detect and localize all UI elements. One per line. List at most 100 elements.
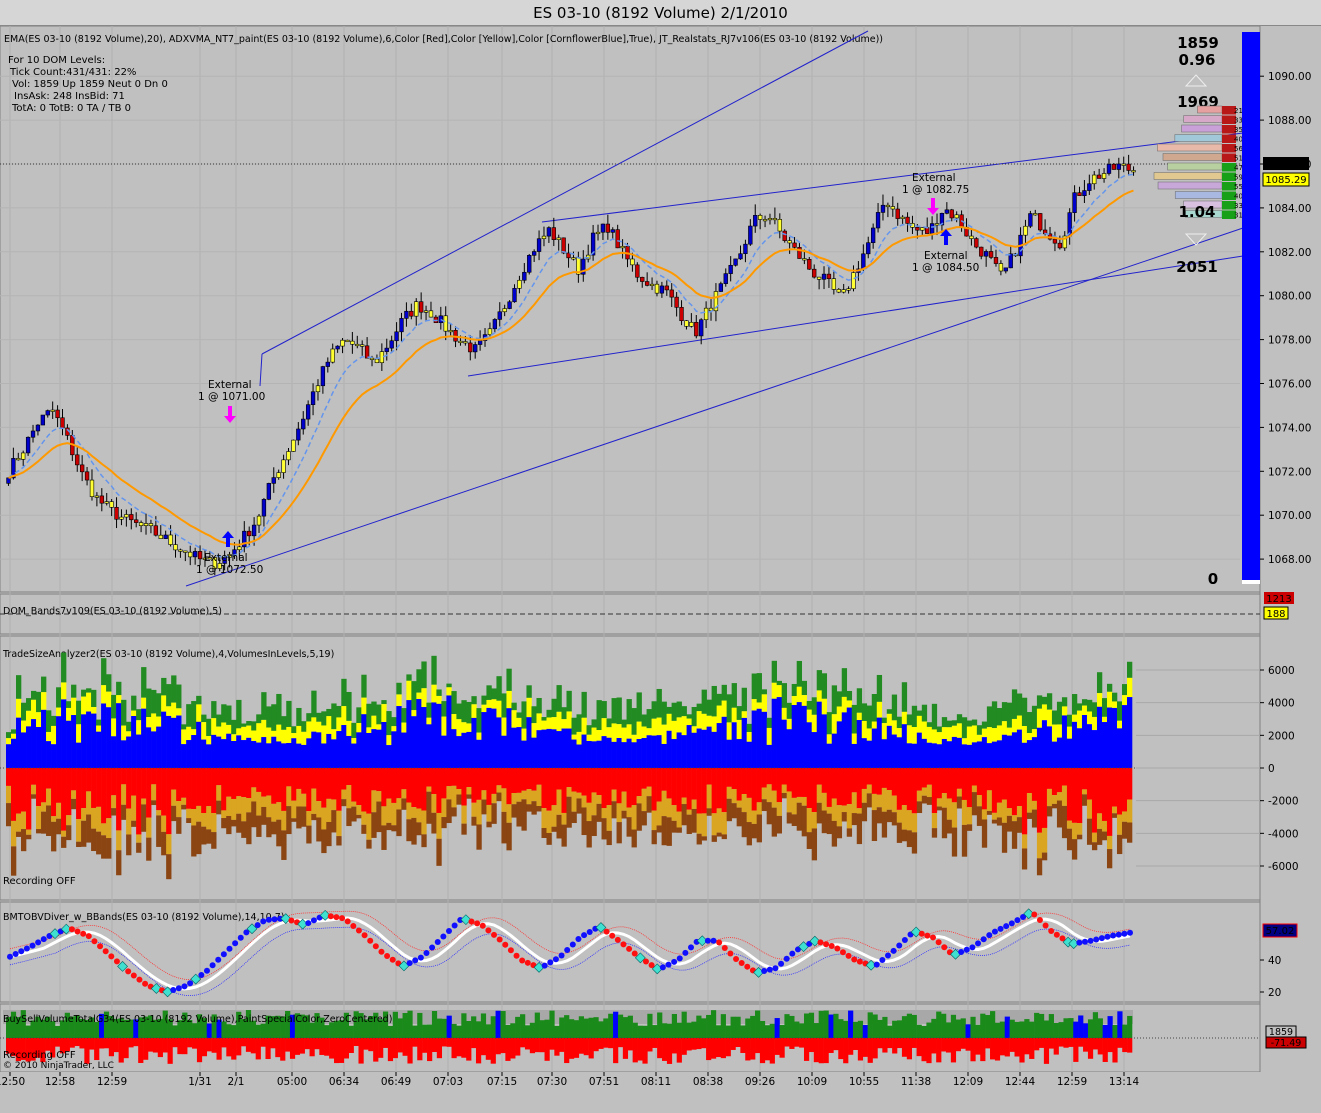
- tsa-bar-yellow: [946, 727, 953, 742]
- tsa-bar-goldenrod: [316, 801, 322, 818]
- dom-panel-label: DOM_Bands7v109(ES 03-10 (8192 Volume),5): [3, 606, 222, 617]
- tsa-bar-red: [566, 768, 572, 788]
- tsa-bar-blue: [91, 713, 97, 768]
- bsv-buy-bar: [906, 1013, 912, 1038]
- price-tick-label: 1090.00: [1268, 71, 1311, 83]
- candle-body: [129, 514, 134, 521]
- tsa-bar-blue: [816, 701, 823, 768]
- tsa-bar-red: [871, 768, 878, 794]
- bsv-buy-bar: [769, 1023, 775, 1038]
- tsa-bar-goldenrod: [1031, 800, 1038, 810]
- candle-body: [183, 550, 188, 553]
- tsa-bar-green: [546, 709, 552, 718]
- tsa-bar-brown: [111, 808, 117, 816]
- tsa-bar-green: [1126, 661, 1133, 678]
- bsv-sell-bar: [622, 1038, 629, 1059]
- tsa-bar-red: [226, 768, 232, 797]
- bsv-buy-bar: [1107, 1016, 1113, 1038]
- price-panel[interactable]: [0, 26, 1261, 593]
- bsv-buy-bar: [54, 1025, 61, 1038]
- candle-body: [16, 458, 21, 461]
- tsa-bar-yellow: [1041, 704, 1048, 721]
- candle-body: [792, 242, 797, 248]
- tsa-bar-blue: [626, 738, 632, 768]
- bsv-sell-bar: [755, 1038, 761, 1054]
- chart-area[interactable]: EMA(ES 03-10 (8192 Volume),20), ADXVMA_N…: [0, 26, 1321, 1113]
- tsa-bar-red: [381, 768, 387, 807]
- tsa-bar-yellow: [401, 722, 407, 733]
- tsa-bar-red: [1056, 768, 1063, 793]
- candle-body: [1057, 242, 1063, 249]
- tsa-bar-green: [516, 712, 522, 718]
- tsa-bar-blue: [446, 695, 452, 768]
- tsa-bar-red: [411, 768, 417, 808]
- tsa-bar-yellow: [556, 711, 562, 732]
- bsv-sell-bar: [647, 1038, 653, 1052]
- tsa-bar-red: [461, 768, 467, 806]
- obv-dot: [29, 942, 36, 949]
- tsa-bar-blue: [951, 736, 958, 768]
- tsa-bar-green: [576, 714, 582, 732]
- tsa-bar-blue: [786, 729, 792, 768]
- bsv-sell-bar: [1102, 1038, 1108, 1062]
- tsa-bar-brown: [856, 813, 863, 845]
- tsa-bar-green: [901, 682, 908, 712]
- tsa-bar-green: [296, 707, 302, 726]
- tsa-bar-blue: [46, 741, 52, 768]
- tsa-bar-blue: [676, 732, 682, 768]
- bsv-buy-bar: [226, 1024, 232, 1038]
- tsa-bar-brown: [931, 828, 938, 838]
- tsa-bar-blue: [1061, 715, 1068, 768]
- tsa-bar-red: [711, 768, 717, 814]
- tsa-bar-red: [866, 768, 873, 785]
- tsa-bar-green: [1001, 702, 1008, 722]
- bsv-buy-bar: [676, 1022, 682, 1038]
- obv-dot: [237, 934, 244, 941]
- tsa-bar-yellow: [176, 708, 182, 716]
- tsa-bar-brown: [246, 812, 252, 845]
- tsa-bar-goldenrod: [706, 784, 712, 809]
- svg-text:External: External: [924, 250, 968, 262]
- tsa-bar-brown: [121, 804, 127, 820]
- volume-ladder-bar: [1167, 162, 1223, 171]
- obv-dot: [823, 941, 830, 948]
- candle-body: [1072, 192, 1077, 213]
- tsa-bar-red: [511, 768, 517, 793]
- tsa-bar-brown: [186, 818, 192, 823]
- tsa-bar-goldenrod: [321, 807, 327, 830]
- tsa-bar-green: [346, 691, 352, 721]
- tsa-bar-green: [886, 709, 893, 714]
- tsa-bar-yellow: [106, 691, 112, 708]
- obv-dot: [524, 959, 531, 966]
- tsa-bar-goldenrod: [796, 796, 803, 803]
- bsv-sell-bar: [1043, 1038, 1050, 1064]
- tsa-bar-goldenrod: [821, 792, 828, 811]
- tsa-bar-green: [996, 708, 1003, 726]
- tsa-bar-red: [851, 768, 858, 793]
- tsa-bar-goldenrod: [491, 793, 497, 804]
- tsa-bar-yellow: [116, 695, 122, 704]
- bsv-buy-bar: [206, 1023, 212, 1038]
- tsa-bar-brown: [461, 823, 467, 835]
- tsa-bar-blue: [526, 717, 532, 768]
- obv-dot: [130, 972, 137, 979]
- tsa-bar-blue: [116, 703, 122, 768]
- candle-body: [841, 289, 846, 293]
- candle-body: [630, 258, 635, 266]
- tsa-bar-yellow: [376, 724, 382, 730]
- tsa-bar-green: [161, 677, 167, 696]
- tsa-bar-red: [516, 768, 522, 793]
- bsv-buy-bar: [848, 1010, 854, 1038]
- bsv-sell-bar: [94, 1038, 100, 1061]
- tsa-bar-red: [1091, 768, 1098, 833]
- tsa-bar-brown: [761, 799, 767, 812]
- bsv-sell-bar: [877, 1038, 883, 1049]
- tsa-bar-red: [1066, 768, 1073, 821]
- tsa-bar-green: [186, 704, 192, 727]
- bsv-sell-bar: [294, 1038, 301, 1055]
- bsv-sell-bar: [764, 1038, 771, 1061]
- candle-body: [689, 322, 694, 327]
- tsa-bar-brown: [16, 831, 22, 837]
- tsa-bar-goldenrod: [131, 795, 137, 821]
- tsa-bar-goldenrod: [231, 798, 237, 820]
